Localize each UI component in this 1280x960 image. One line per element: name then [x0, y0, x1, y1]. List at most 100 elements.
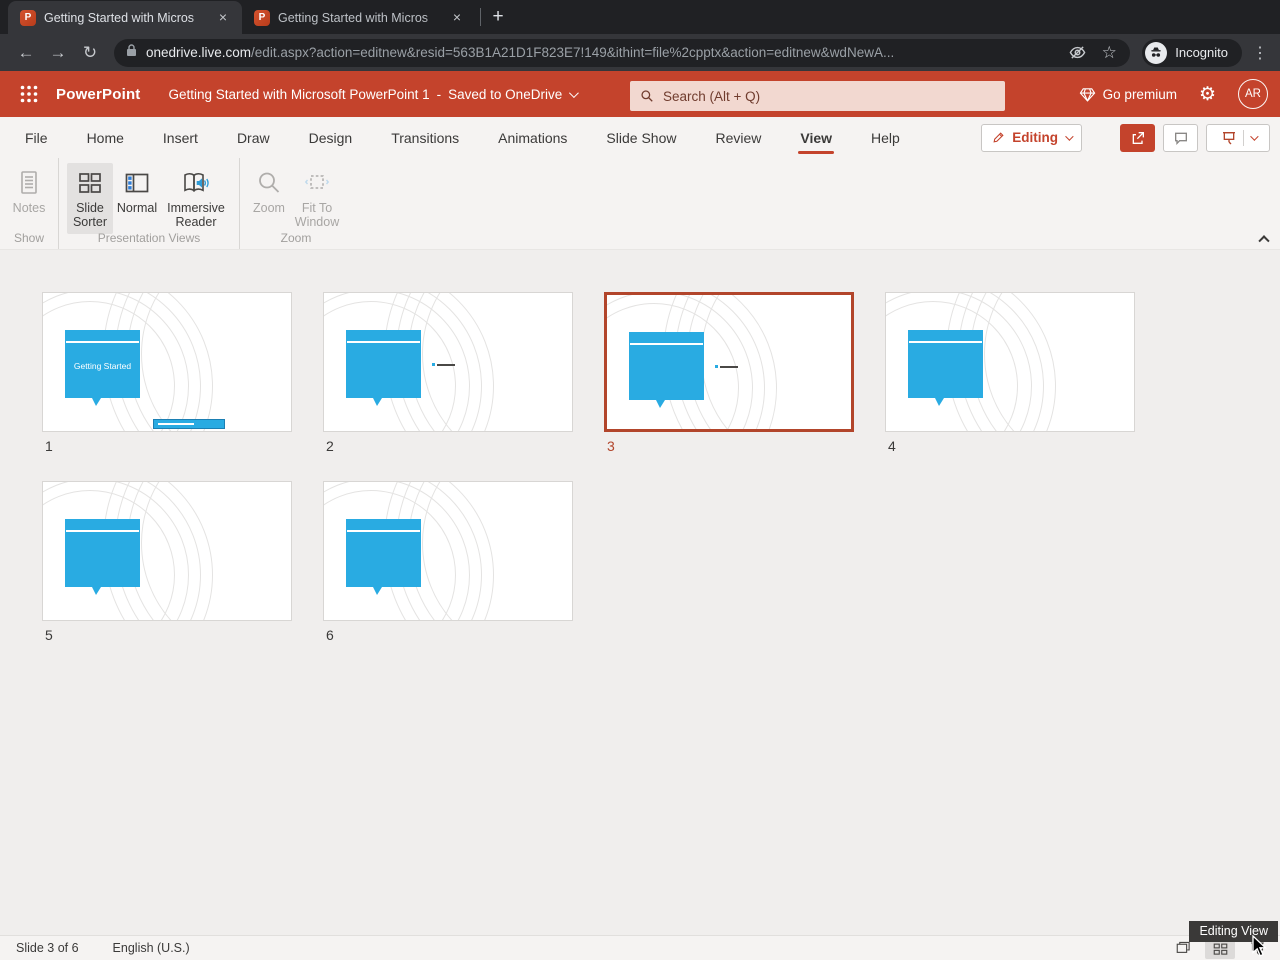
- url-text: onedrive.live.com/edit.aspx?action=editn…: [146, 45, 1056, 60]
- browser-tab-2[interactable]: P Getting Started with Micros ×: [242, 1, 476, 34]
- address-bar[interactable]: onedrive.live.com/edit.aspx?action=editn…: [114, 38, 1131, 67]
- slide-count-status: Slide 3 of 6: [16, 941, 79, 955]
- url-host: onedrive.live.com: [146, 45, 252, 60]
- avatar[interactable]: AR: [1238, 79, 1268, 109]
- menu-animations[interactable]: Animations: [498, 117, 567, 158]
- app-launcher-icon[interactable]: [12, 77, 46, 111]
- slide-5-preview[interactable]: [42, 481, 292, 621]
- menu-design[interactable]: Design: [309, 117, 353, 158]
- forward-icon[interactable]: →: [45, 40, 71, 66]
- normal-view-icon: [124, 167, 150, 199]
- ribbon-group-show: Notes Show: [0, 158, 58, 249]
- search-icon: [641, 90, 653, 102]
- browser-menu-icon[interactable]: ⋮: [1250, 43, 1270, 63]
- slide-thumbnail-6[interactable]: 6: [323, 481, 573, 643]
- collapse-ribbon-icon[interactable]: [1258, 233, 1270, 247]
- incognito-icon: [1145, 41, 1168, 64]
- slide-thumbnail-4[interactable]: 4: [885, 292, 1135, 454]
- slide-thumbnail-2[interactable]: 2: [323, 292, 573, 454]
- editing-mode-button[interactable]: Editing: [981, 123, 1082, 152]
- app-header: PowerPoint Getting Started with Microsof…: [0, 71, 1280, 117]
- ribbon-menu-bar: File Home Insert Draw Design Transitions…: [0, 117, 1280, 158]
- powerpoint-favicon: P: [254, 9, 270, 26]
- chevron-down-icon: [1065, 131, 1074, 141]
- editing-label: Editing: [1012, 130, 1058, 145]
- menu-file[interactable]: File: [25, 117, 48, 158]
- slide-sorter-label: Slide Sorter: [72, 201, 108, 230]
- slide-title-shape: [346, 519, 421, 595]
- menu-items: File Home Insert Draw Design Transitions…: [25, 117, 900, 158]
- back-icon[interactable]: ←: [13, 40, 39, 66]
- fit-to-window-label: Fit To Window: [294, 201, 340, 230]
- notes-label: Notes: [12, 201, 46, 215]
- slide-sorter-button[interactable]: Slide Sorter: [67, 163, 113, 234]
- tab-title: Getting Started with Micros: [44, 10, 195, 25]
- notes-icon: [17, 167, 41, 199]
- comment-icon: [1174, 132, 1187, 145]
- slide-3-preview[interactable]: [604, 292, 854, 432]
- slide-banner-shape: [153, 419, 225, 429]
- slide-number: 2: [326, 438, 334, 454]
- slide-title-shape: Getting Started: [65, 330, 140, 406]
- group-label-presentation-views: Presentation Views: [97, 231, 201, 245]
- slide-4-preview[interactable]: [885, 292, 1135, 432]
- present-button[interactable]: [1206, 123, 1270, 152]
- comments-button[interactable]: [1163, 123, 1198, 152]
- screen: P Getting Started with Micros × P Gettin…: [0, 0, 1280, 960]
- slide-title-shape: [629, 332, 704, 408]
- browser-tab-strip: P Getting Started with Micros × P Gettin…: [0, 0, 1280, 34]
- normal-view-button[interactable]: Normal: [113, 163, 161, 219]
- menu-view[interactable]: View: [798, 117, 834, 158]
- menu-insert[interactable]: Insert: [163, 117, 198, 158]
- browser-tab-1[interactable]: P Getting Started with Micros ×: [8, 1, 242, 34]
- search-input[interactable]: Search (Alt + Q): [630, 81, 1005, 111]
- go-premium-button[interactable]: Go premium: [1079, 86, 1177, 103]
- chevron-down-icon: [569, 87, 580, 98]
- language-status[interactable]: English (U.S.): [113, 941, 190, 955]
- menu-review[interactable]: Review: [715, 117, 761, 158]
- slide-title-text: Getting Started: [73, 361, 132, 371]
- slide-6-preview[interactable]: [323, 481, 573, 621]
- zoom-button: Zoom: [248, 163, 290, 219]
- menu-right-actions: Editing: [981, 123, 1270, 152]
- immersive-reader-label: Immersive Reader: [167, 201, 225, 230]
- share-button[interactable]: [1120, 123, 1155, 152]
- slide-thumbnail-3-selected[interactable]: 3: [604, 292, 854, 454]
- immersive-reader-button[interactable]: Immersive Reader: [161, 163, 231, 234]
- menu-slide-show[interactable]: Slide Show: [606, 117, 676, 158]
- slide-number: 6: [326, 627, 334, 643]
- menu-draw[interactable]: Draw: [237, 117, 270, 158]
- slide-number: 3: [607, 438, 615, 454]
- group-label-zoom: Zoom: [280, 231, 312, 245]
- notes-button: Notes: [8, 163, 50, 219]
- immersive-reader-icon: [182, 167, 210, 199]
- gear-icon[interactable]: ⚙: [1199, 85, 1216, 104]
- lock-icon: [126, 43, 137, 62]
- header-actions: Go premium ⚙ AR: [1079, 79, 1268, 109]
- title-separator: -: [436, 86, 442, 102]
- slide-1-preview[interactable]: Getting Started: [42, 292, 292, 432]
- slide-sorter-canvas: Getting Started 1 2 3 4 5 6: [0, 250, 1280, 935]
- slide-title-shape: [346, 330, 421, 406]
- slide-number: 1: [45, 438, 53, 454]
- slide-bullet-text: [715, 365, 738, 368]
- share-icon: [1132, 131, 1144, 144]
- zoom-icon: [256, 167, 282, 199]
- reload-icon[interactable]: ↻: [77, 40, 103, 66]
- app-name: PowerPoint: [56, 85, 141, 103]
- menu-home[interactable]: Home: [87, 117, 124, 158]
- document-title[interactable]: Getting Started with Microsoft PowerPoin…: [168, 86, 580, 102]
- menu-help[interactable]: Help: [871, 117, 900, 158]
- bookmark-star-icon[interactable]: ☆: [1098, 42, 1120, 64]
- menu-transitions[interactable]: Transitions: [391, 117, 459, 158]
- tab-title-fade: [424, 1, 452, 34]
- slide-thumbnail-1[interactable]: Getting Started 1: [42, 292, 292, 454]
- slide-thumbnail-5[interactable]: 5: [42, 481, 292, 643]
- ribbon-group-zoom: Zoom Fit To Window Zoom: [239, 158, 352, 249]
- tab-title: Getting Started with Micros: [278, 10, 429, 25]
- document-title-text: Getting Started with Microsoft PowerPoin…: [168, 86, 430, 102]
- slide-2-preview[interactable]: [323, 292, 573, 432]
- eye-off-icon[interactable]: [1066, 42, 1088, 64]
- zoom-label: Zoom: [253, 201, 285, 215]
- new-tab-button[interactable]: +: [485, 4, 511, 30]
